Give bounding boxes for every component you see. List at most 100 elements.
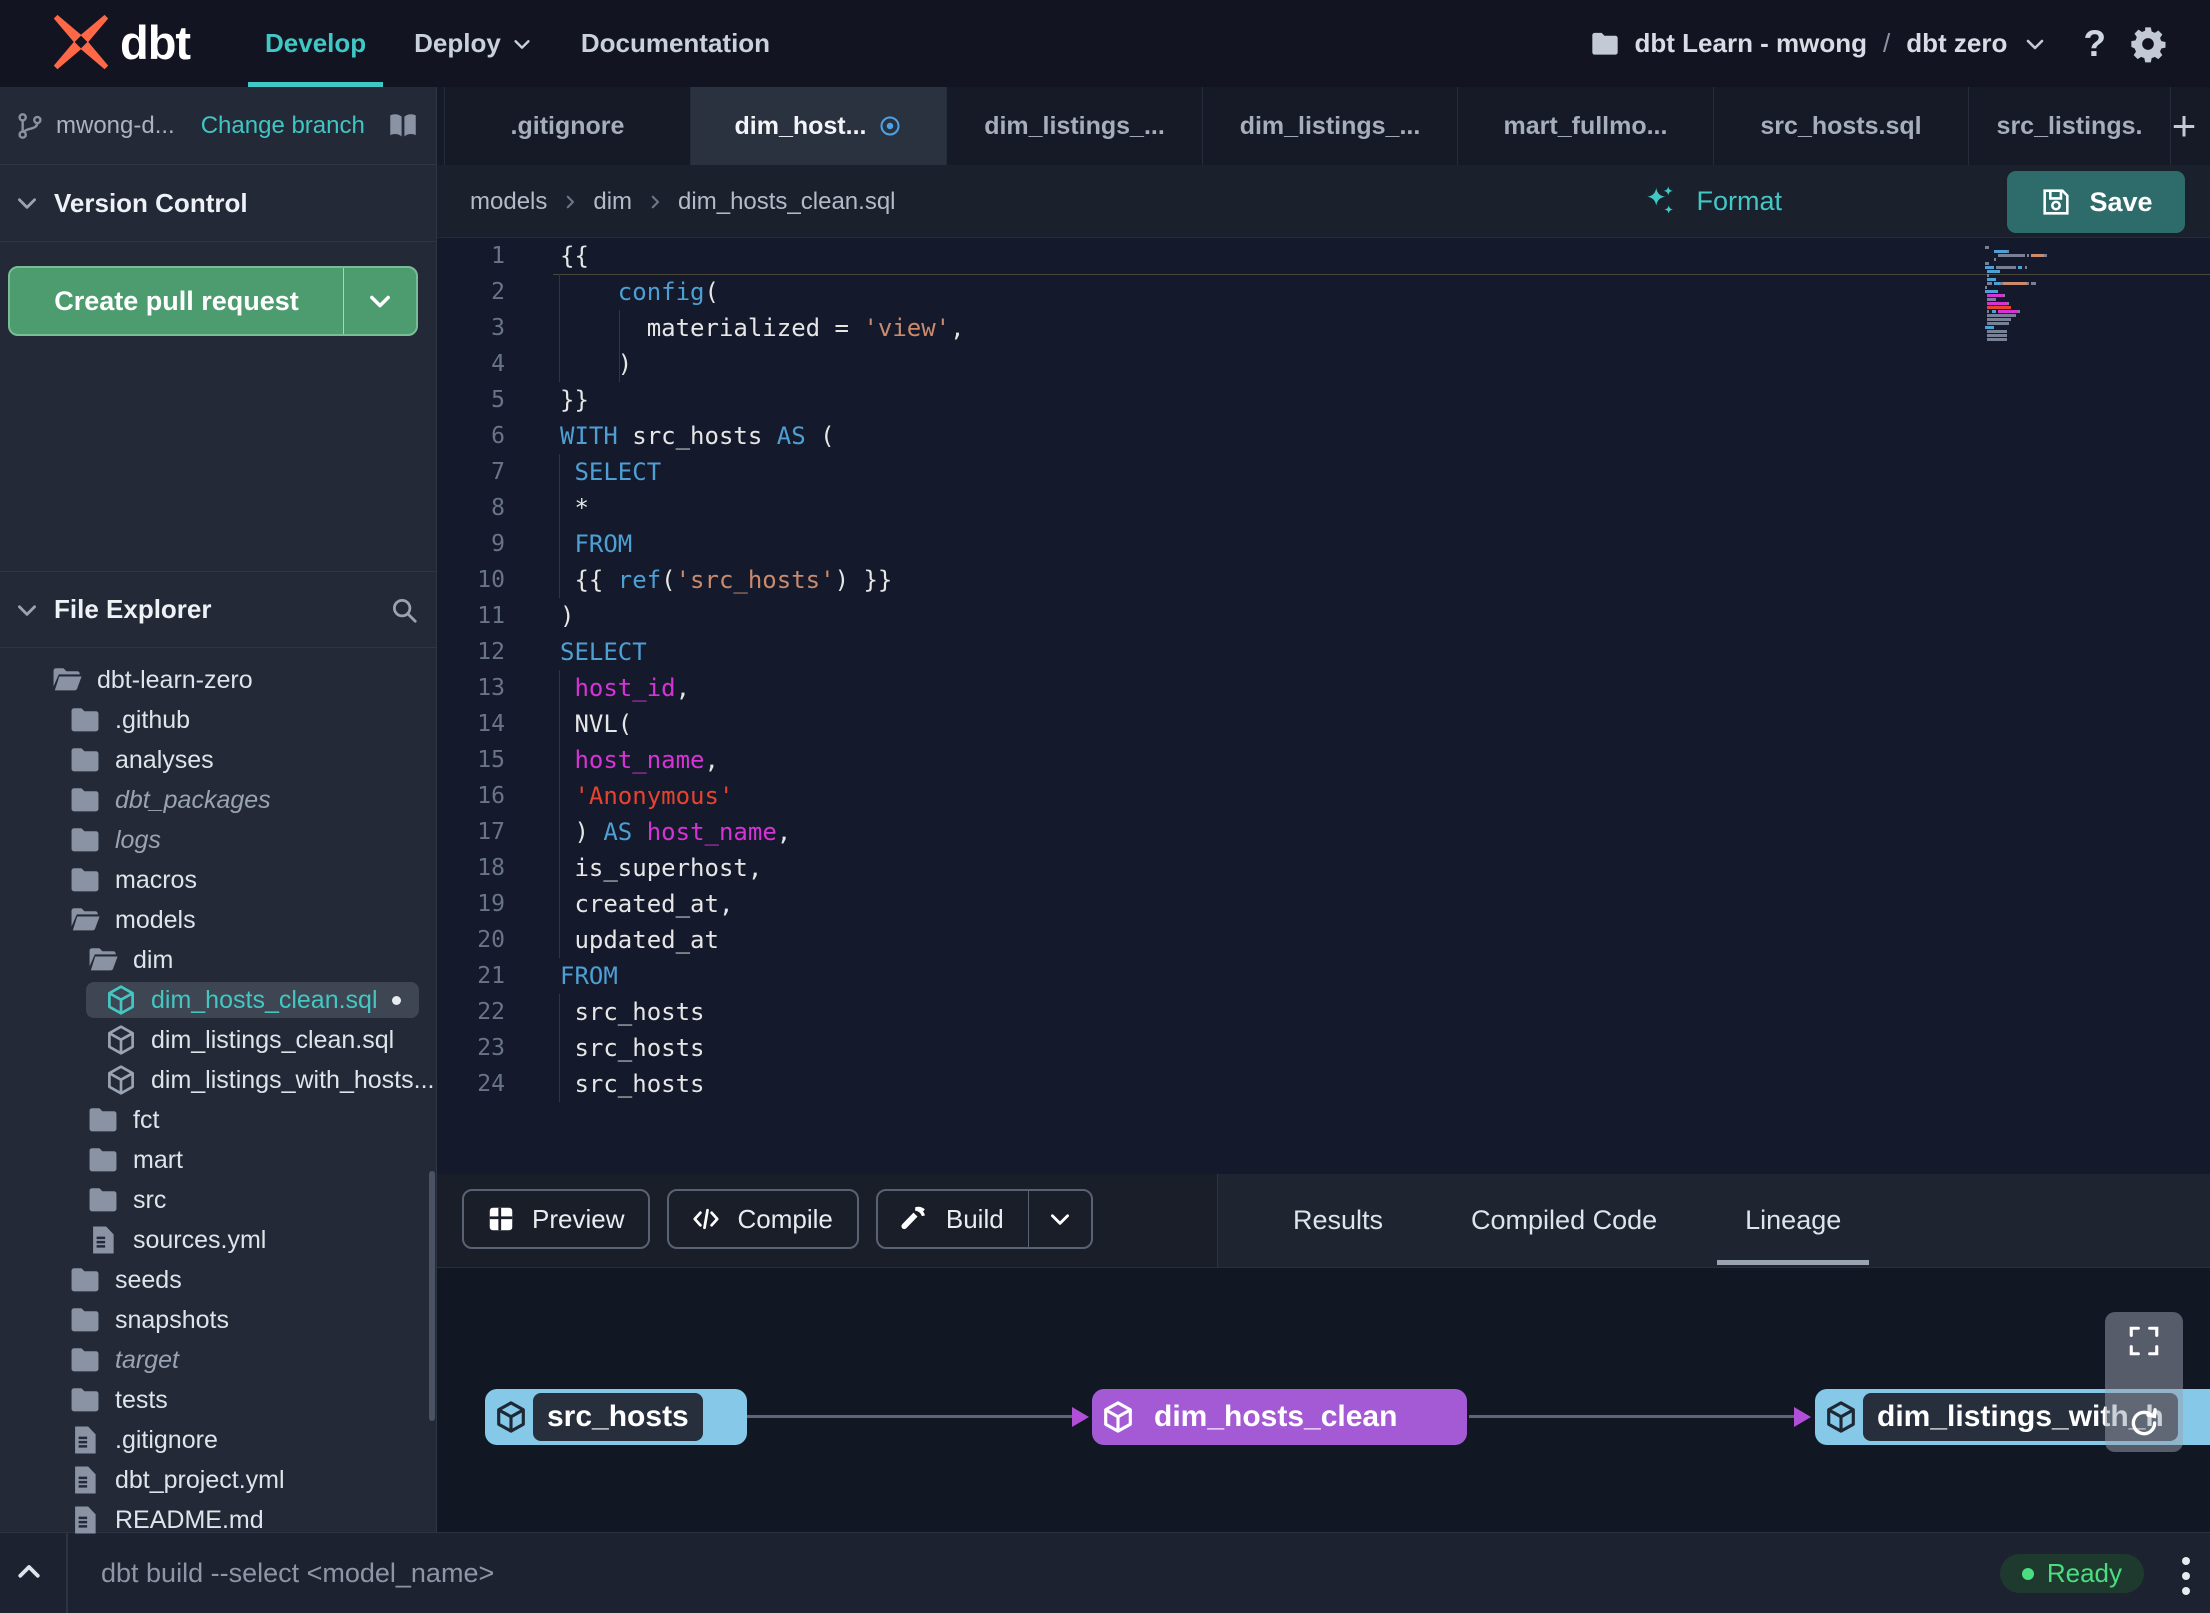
code-token: host_id (574, 674, 676, 702)
minimap-mark (2002, 294, 2005, 297)
edge-arrowhead-icon (1072, 1407, 1089, 1427)
breadcrumb-item[interactable]: dim_hosts_clean.sql (678, 188, 895, 216)
panel-tab-compiled-code[interactable]: Compiled Code (1457, 1174, 1671, 1267)
minimap-mark (1985, 262, 1990, 265)
line-number: 9 (491, 531, 505, 557)
version-control-header[interactable]: Version Control (0, 165, 436, 242)
code-token: ) (560, 350, 633, 378)
tab-mart-fullmo-[interactable]: mart_fullmo... (1458, 87, 1714, 165)
compile-button[interactable]: Compile (667, 1189, 859, 1249)
gear-icon[interactable] (2128, 24, 2168, 64)
sidebar-scrollbar[interactable] (429, 1171, 435, 1421)
tree-item-src[interactable]: src (0, 1180, 437, 1220)
file-explorer-header[interactable]: File Explorer (0, 571, 436, 648)
tree-item-target[interactable]: target (0, 1340, 437, 1380)
code-line: 9 FROM (437, 526, 2210, 562)
code-token: ) (560, 818, 604, 846)
tree-item-logs[interactable]: logs (0, 820, 437, 860)
minimap-mark (1987, 318, 2012, 321)
dbt-cloud-ide: dbt Develop Deploy Documentation dbt Learn… (0, 0, 2210, 1613)
search-icon[interactable] (389, 595, 419, 625)
tree-item-models[interactable]: models (0, 900, 437, 940)
tree-item-snapshots[interactable]: snapshots (0, 1300, 437, 1340)
code-text: SELECT (560, 634, 647, 670)
tree-item-label: dim_listings_with_hosts... (151, 1065, 435, 1094)
lineage-canvas[interactable]: src_hosts dim_hosts_clean dim_listings_w… (437, 1268, 2210, 1532)
code-editor[interactable]: 1{{2 config(3 materialized = 'view', 4 ) 5… (437, 238, 2210, 1174)
nav-item-develop[interactable]: Develop (248, 0, 384, 87)
dbt-logo[interactable]: dbt (52, 13, 191, 71)
tree-item-dim-listings-clean-sql[interactable]: dim_listings_clean.sql (0, 1020, 437, 1060)
nav-item-documentation[interactable]: Documentation (564, 0, 787, 87)
tab--gitignore[interactable]: .gitignore (444, 87, 691, 165)
chevron-right-icon (561, 193, 579, 211)
code-token: ref (617, 566, 662, 594)
tree-item-dim-listings-with-hosts-[interactable]: dim_listings_with_hosts... (0, 1060, 437, 1100)
tree-item-mart[interactable]: mart (0, 1140, 437, 1180)
tree-item-tests[interactable]: tests (0, 1380, 437, 1420)
preview-button[interactable]: Preview (462, 1189, 651, 1249)
save-button[interactable]: Save (2007, 171, 2185, 233)
tab-dim-listings-[interactable]: dim_listings_... (1203, 87, 1458, 165)
kebab-menu-icon[interactable] (2182, 1557, 2190, 1595)
build-dropdown[interactable] (1029, 1206, 1091, 1232)
unsaved-dot-icon (392, 996, 401, 1005)
tab-label: dim_host... (734, 111, 867, 140)
tab-src-listings-[interactable]: src_listings. (1969, 87, 2171, 165)
chevron-up-icon[interactable] (14, 1557, 44, 1587)
code-line: 10 {{ ref('src_hosts') }} (437, 562, 2210, 598)
tree-item-analyses[interactable]: analyses (0, 740, 437, 780)
tree-item--gitignore[interactable]: .gitignore (0, 1420, 437, 1460)
docs-book-icon[interactable] (386, 109, 420, 143)
build-button[interactable]: Build (875, 1189, 1093, 1249)
refresh-icon[interactable] (2127, 1406, 2161, 1440)
folder-icon (68, 703, 102, 737)
minimap-mark (1985, 326, 1994, 329)
lineage-node-src-hosts[interactable]: src_hosts (485, 1389, 747, 1445)
breadcrumb-item[interactable]: dim (593, 188, 632, 216)
help-button[interactable]: ? (2083, 23, 2106, 65)
code-token: host_name (574, 746, 705, 774)
tree-item-macros[interactable]: macros (0, 860, 437, 900)
tree-item-dbt-learn-zero[interactable]: dbt-learn-zero (0, 660, 437, 700)
panel-tab-results[interactable]: Results (1279, 1174, 1397, 1267)
tab-dim-host-[interactable]: dim_host... (691, 87, 947, 165)
breadcrumb-item[interactable]: models (470, 188, 547, 216)
command-input[interactable]: dbt build --select <model_name> (101, 1533, 494, 1613)
tree-item-dbt-project-yml[interactable]: dbt_project.yml (0, 1460, 437, 1500)
tree-item-dbt-packages[interactable]: dbt_packages (0, 780, 437, 820)
tree-item-seeds[interactable]: seeds (0, 1260, 437, 1300)
minimap-mark (1987, 306, 2012, 309)
change-branch-link[interactable]: Change branch (201, 112, 365, 140)
tab-src-hosts-sql[interactable]: src_hosts.sql (1714, 87, 1969, 165)
pull-request-dropdown[interactable] (344, 287, 416, 315)
code-token: * (560, 494, 589, 522)
code-text: materialized = 'view', (560, 310, 965, 346)
tree-item-fct[interactable]: fct (0, 1100, 437, 1140)
format-button[interactable]: Format (1642, 165, 1782, 238)
editor-minimap[interactable] (1985, 246, 2057, 342)
grid-icon (486, 1204, 516, 1234)
file-icon (68, 1463, 102, 1497)
tree-item-dim[interactable]: dim (0, 940, 437, 980)
panel-toolbar: Preview Compile Build Results Compiled Code… (437, 1174, 2210, 1268)
panel-tab-label: Lineage (1745, 1205, 1842, 1235)
lineage-node-dim-hosts-clean[interactable]: dim_hosts_clean (1092, 1389, 1467, 1445)
tree-item--github[interactable]: .github (0, 700, 437, 740)
panel-tab-lineage[interactable]: Lineage (1717, 1174, 1870, 1267)
fullscreen-icon[interactable] (2127, 1324, 2161, 1358)
new-tab-button[interactable]: + (2164, 87, 2204, 165)
code-line: 23 src_hosts (437, 1030, 2210, 1066)
project-switcher[interactable]: dbt Learn - mwong / dbt zero (1589, 28, 2048, 60)
line-number: 22 (477, 999, 505, 1025)
nav-item-deploy[interactable]: Deploy (397, 0, 550, 87)
minimap-mark (2006, 250, 2010, 253)
tree-item-dim-hosts-clean-sql[interactable]: dim_hosts_clean.sql (0, 980, 437, 1020)
code-text: ) (560, 346, 632, 382)
tab-dim-listings-[interactable]: dim_listings_... (947, 87, 1203, 165)
create-pull-request-button[interactable]: Create pull request (8, 266, 418, 336)
tree-item-sources-yml[interactable]: sources.yml (0, 1220, 437, 1260)
